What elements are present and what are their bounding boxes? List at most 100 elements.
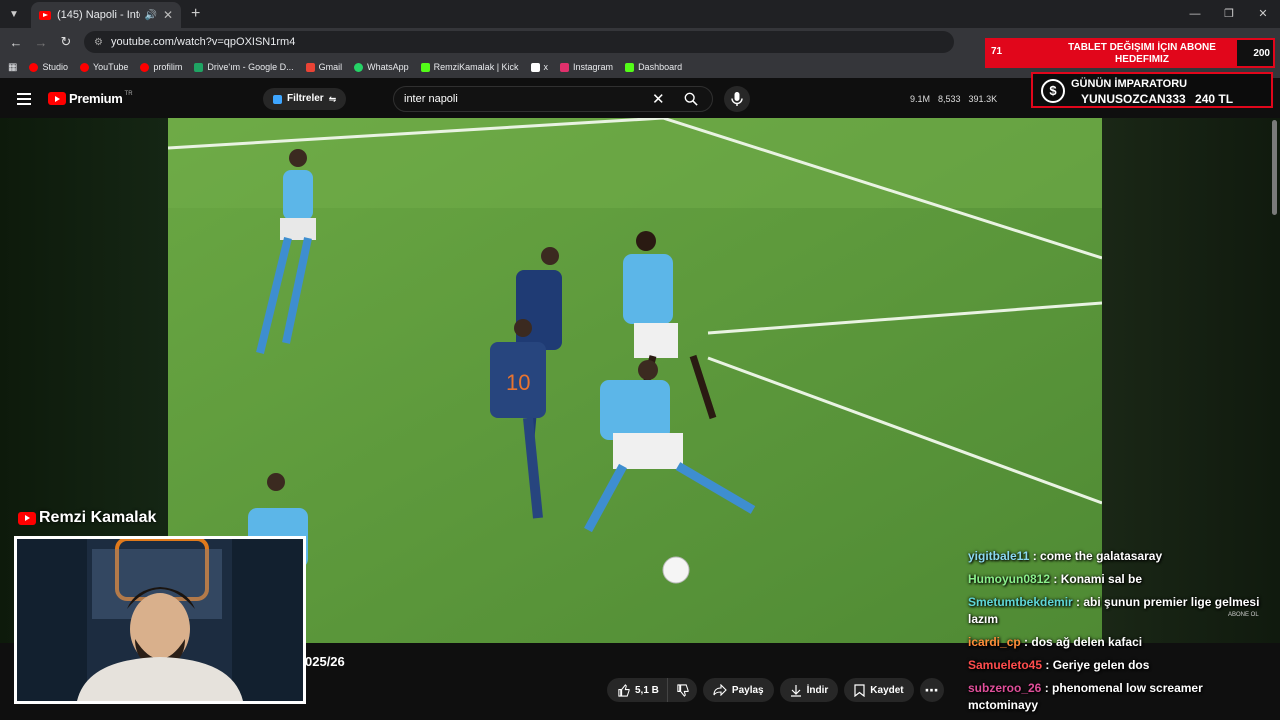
youtube-logo-icon (18, 511, 36, 525)
webcam-feed (14, 536, 306, 704)
share-icon (713, 684, 727, 696)
whatsapp-icon (354, 62, 364, 72)
chat-message: yigitbale11 : come the galatasaray (968, 548, 1268, 565)
video-player[interactable]: 10 (168, 118, 1102, 643)
filters-button[interactable]: Filtreler ⇋ (263, 88, 347, 110)
stat-viewers: 8,533 (938, 94, 961, 104)
youtube-play-icon (48, 92, 66, 105)
youtube-favicon-icon (39, 10, 51, 20)
chat-user: subzeroo_26 (968, 681, 1042, 695)
clear-search-icon[interactable]: ✕ (652, 90, 665, 108)
abone-watermark: ABONE OL (1228, 612, 1259, 618)
chat-user: Smetumtbekdemir (968, 595, 1073, 609)
bookmark-profilim[interactable]: profilim (140, 62, 182, 72)
chat-user: yigitbale11 (968, 549, 1030, 563)
url-input[interactable]: ⚙ youtube.com/watch?v=qpOXISN1rm4 (84, 31, 954, 53)
video-actions: 5,1 B Paylaş İndir Kaydet ⋯ (607, 678, 950, 702)
webcam-image (17, 539, 303, 701)
browser-tab-bar: ▼ (145) Napoli - Inter (3-1) - I 🔊 ✕ + —… (0, 0, 1280, 28)
bookmark-youtube[interactable]: YouTube (79, 62, 128, 72)
search-input[interactable]: inter napoli ✕ (393, 86, 713, 112)
brand-label: Premium (69, 91, 123, 106)
microphone-icon (731, 92, 743, 106)
active-tab[interactable]: (145) Napoli - Inter (3-1) - I 🔊 ✕ (31, 2, 181, 28)
bookmark-icon (854, 683, 865, 697)
donor-name: YUNUSOZCAN333 (1081, 92, 1186, 106)
dislike-button[interactable] (666, 678, 697, 702)
donor-title: GÜNÜN İMPARATORU (1071, 78, 1188, 90)
stream-stats: 9.1M 8,533 391.3K (910, 94, 1005, 104)
bookmark-whatsapp[interactable]: WhatsApp (354, 62, 409, 72)
subscriber-goal-overlay: 71 TABLET DEĞIŞIMI İÇIN ABONE HEDEFIMIZ … (985, 38, 1275, 68)
filter-icon (273, 94, 282, 104)
download-button[interactable]: İndir (779, 678, 839, 702)
forward-button[interactable]: → (29, 35, 53, 50)
back-button[interactable]: ← (4, 35, 28, 50)
bookmark-gmail[interactable]: Gmail (305, 62, 342, 72)
bookmark-dashboard[interactable]: Dashboard (625, 62, 682, 72)
bookmark-studio[interactable]: Studio (29, 62, 68, 72)
menu-icon[interactable] (17, 93, 31, 108)
more-actions-button[interactable]: ⋯ (919, 678, 944, 702)
page-scrollbar[interactable] (1272, 120, 1277, 215)
region-code: TR (124, 90, 133, 97)
bookmark-icon (79, 62, 89, 72)
x-icon (530, 62, 540, 72)
bookmark-drive[interactable]: Drive'ım - Google D... (194, 62, 294, 72)
chat-text: : Geriye gelen dos (1045, 658, 1150, 672)
chat-text: : dos ağ delen kafaci (1024, 635, 1143, 649)
streamer-label: Remzi Kamalak (18, 509, 156, 527)
chat-message: Samueleto45 : Geriye gelen dos (968, 657, 1268, 674)
kick-icon (420, 62, 430, 72)
chat-message: icardi_cp : dos ağ delen kafaci (968, 634, 1268, 651)
voice-search-button[interactable] (724, 86, 750, 112)
live-chat-overlay: yigitbale11 : come the galatasaray Humoy… (968, 548, 1268, 720)
donor-amount: 240 TL (1195, 92, 1234, 106)
gmail-icon (305, 62, 315, 72)
instagram-icon (560, 62, 570, 72)
bookmark-instagram[interactable]: Instagram (560, 62, 613, 72)
chat-user: icardi_cp (968, 635, 1021, 649)
chat-text: : come the galatasaray (1032, 549, 1163, 563)
youtube-logo[interactable]: Premium TR (48, 91, 133, 106)
search-icon[interactable] (684, 92, 698, 106)
tab-close-icon[interactable]: ✕ (163, 8, 173, 22)
video-title: 025/26 (305, 654, 345, 669)
reload-button[interactable]: ↻ (54, 34, 78, 50)
dollar-coin-icon: $ (1041, 79, 1065, 103)
new-tab-button[interactable]: + (191, 5, 200, 23)
filters-label: Filtreler (287, 93, 324, 104)
url-text: youtube.com/watch?v=qpOXISN1rm4 (110, 36, 296, 48)
save-button[interactable]: Kaydet (844, 678, 914, 702)
stat-likes: 391.3K (968, 94, 998, 104)
bookmark-icon (140, 62, 150, 72)
donor-info: YUNUSOZCAN333 240 TL (1081, 92, 1233, 106)
close-window-button[interactable]: ✕ (1246, 0, 1280, 28)
bookmark-x[interactable]: x (530, 62, 548, 72)
chat-user: Samueleto45 (968, 658, 1043, 672)
chat-message: subzeroo_26 : phenomenal low screamer mc… (968, 680, 1268, 714)
site-info-icon[interactable]: ⚙ (94, 37, 103, 48)
thumbs-up-icon (618, 683, 630, 697)
bookmark-icon (29, 62, 39, 72)
download-label: İndir (806, 684, 829, 696)
stat-followers: 9.1M (910, 94, 931, 104)
speaker-icon[interactable]: 🔊 (144, 10, 156, 21)
football-match-frame: 10 (168, 118, 1102, 643)
tab-search-button[interactable]: ▼ (3, 3, 25, 25)
search-query: inter napoli (404, 93, 458, 105)
apps-grid-icon[interactable]: ▦ (8, 62, 17, 73)
svg-text:10: 10 (506, 370, 530, 395)
chat-message: Humoyun0812 : Konami sal be (968, 571, 1268, 588)
bookmark-kick[interactable]: RemziKamalak | Kick (420, 62, 519, 72)
streamer-name: Remzi Kamalak (39, 509, 157, 526)
minimize-button[interactable]: — (1178, 0, 1212, 28)
goal-target: 200 (1237, 40, 1273, 66)
restore-button[interactable]: ❐ (1212, 0, 1246, 28)
goal-current: 71 (987, 40, 1047, 66)
like-button[interactable]: 5,1 B (607, 678, 667, 702)
share-label: Paylaş (731, 684, 764, 696)
drive-icon (194, 62, 204, 72)
share-button[interactable]: Paylaş (702, 678, 774, 702)
top-donor-overlay: $ GÜNÜN İMPARATORU YUNUSOZCAN333 240 TL (1031, 72, 1273, 108)
